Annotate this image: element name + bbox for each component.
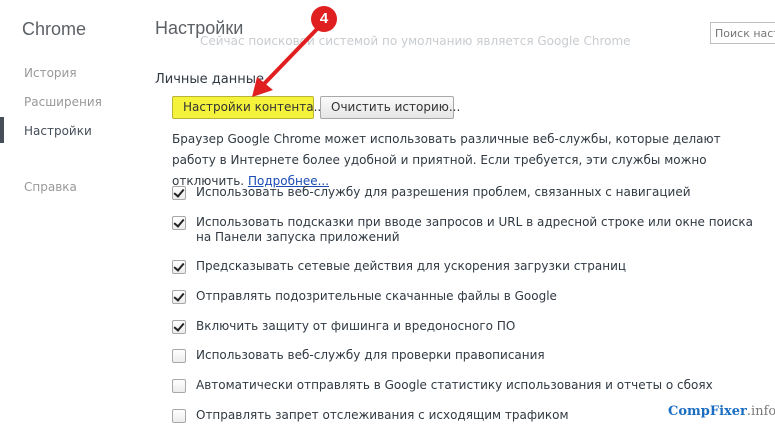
checkbox[interactable]: [172, 320, 186, 334]
option-prefetch[interactable]: Предсказывать сетевые действия для ускор…: [172, 259, 626, 274]
checkbox[interactable]: [172, 409, 186, 423]
option-label: Использовать веб-службу для проверки пра…: [196, 348, 545, 362]
option-label: Использовать веб-службу для разрешения п…: [196, 185, 691, 199]
option-label: Предсказывать сетевые действия для ускор…: [196, 259, 627, 273]
option-search-suggestions[interactable]: Использовать подсказки при вводе запросо…: [172, 215, 756, 245]
checkbox[interactable]: [172, 379, 186, 393]
sidebar-item-help[interactable]: Справка: [24, 180, 77, 194]
checkmark-icon: [173, 186, 185, 198]
checkbox[interactable]: [172, 349, 186, 363]
privacy-description: Браузер Google Chrome может использовать…: [172, 129, 732, 192]
checkbox[interactable]: [172, 186, 186, 200]
active-nav-marker: [0, 117, 4, 143]
app-brand: Chrome: [22, 19, 87, 39]
sidebar-item-settings[interactable]: Настройки: [24, 124, 92, 138]
content-settings-button[interactable]: Настройки контента...: [172, 96, 325, 119]
option-label: Отправлять запрет отслеживания с исходящ…: [196, 408, 569, 422]
watermark-domain: .info: [746, 404, 775, 419]
checkmark-icon: [173, 260, 185, 272]
settings-search-input[interactable]: [710, 22, 775, 44]
option-do-not-track[interactable]: Отправлять запрет отслеживания с исходящ…: [172, 408, 569, 423]
sidebar-item-history[interactable]: История: [24, 66, 77, 80]
option-usage-stats[interactable]: Автоматически отправлять в Google статис…: [172, 378, 713, 393]
checkmark-icon: [173, 320, 185, 332]
checkmark-icon: [173, 290, 185, 302]
clear-history-button[interactable]: Очистить историю...: [320, 96, 460, 119]
sidebar-item-extensions[interactable]: Расширения: [24, 95, 102, 109]
option-phishing-protection[interactable]: Включить защиту от фишинга и вредоносног…: [172, 319, 515, 334]
option-label: Автоматически отправлять в Google статис…: [196, 378, 713, 392]
option-send-downloads[interactable]: Отправлять подозрительные скачанные файл…: [172, 289, 557, 304]
option-spellcheck[interactable]: Использовать веб-службу для проверки пра…: [172, 348, 545, 363]
page-title: Настройки: [155, 18, 244, 38]
option-label: Использовать подсказки при вводе запросо…: [196, 215, 753, 244]
option-label: Отправлять подозрительные скачанные файл…: [196, 289, 557, 303]
sidebar: Chrome История Расширения Настройки Спра…: [0, 0, 130, 426]
checkbox[interactable]: [172, 290, 186, 304]
privacy-section-title: Личные данные: [155, 72, 265, 87]
option-label: Включить защиту от фишинга и вредоносног…: [196, 319, 516, 333]
watermark-logo: CompFixer.info: [668, 404, 775, 419]
checkbox[interactable]: [172, 216, 186, 230]
watermark-name: CompFixer: [668, 404, 747, 419]
checkmark-icon: [173, 216, 185, 228]
scrolled-background-text: Сейчас поисковой системой по умолчанию я…: [200, 34, 631, 48]
checkbox[interactable]: [172, 260, 186, 274]
option-navigation-errors[interactable]: Использовать веб-службу для разрешения п…: [172, 185, 691, 200]
step-number-badge: 4: [311, 6, 337, 32]
